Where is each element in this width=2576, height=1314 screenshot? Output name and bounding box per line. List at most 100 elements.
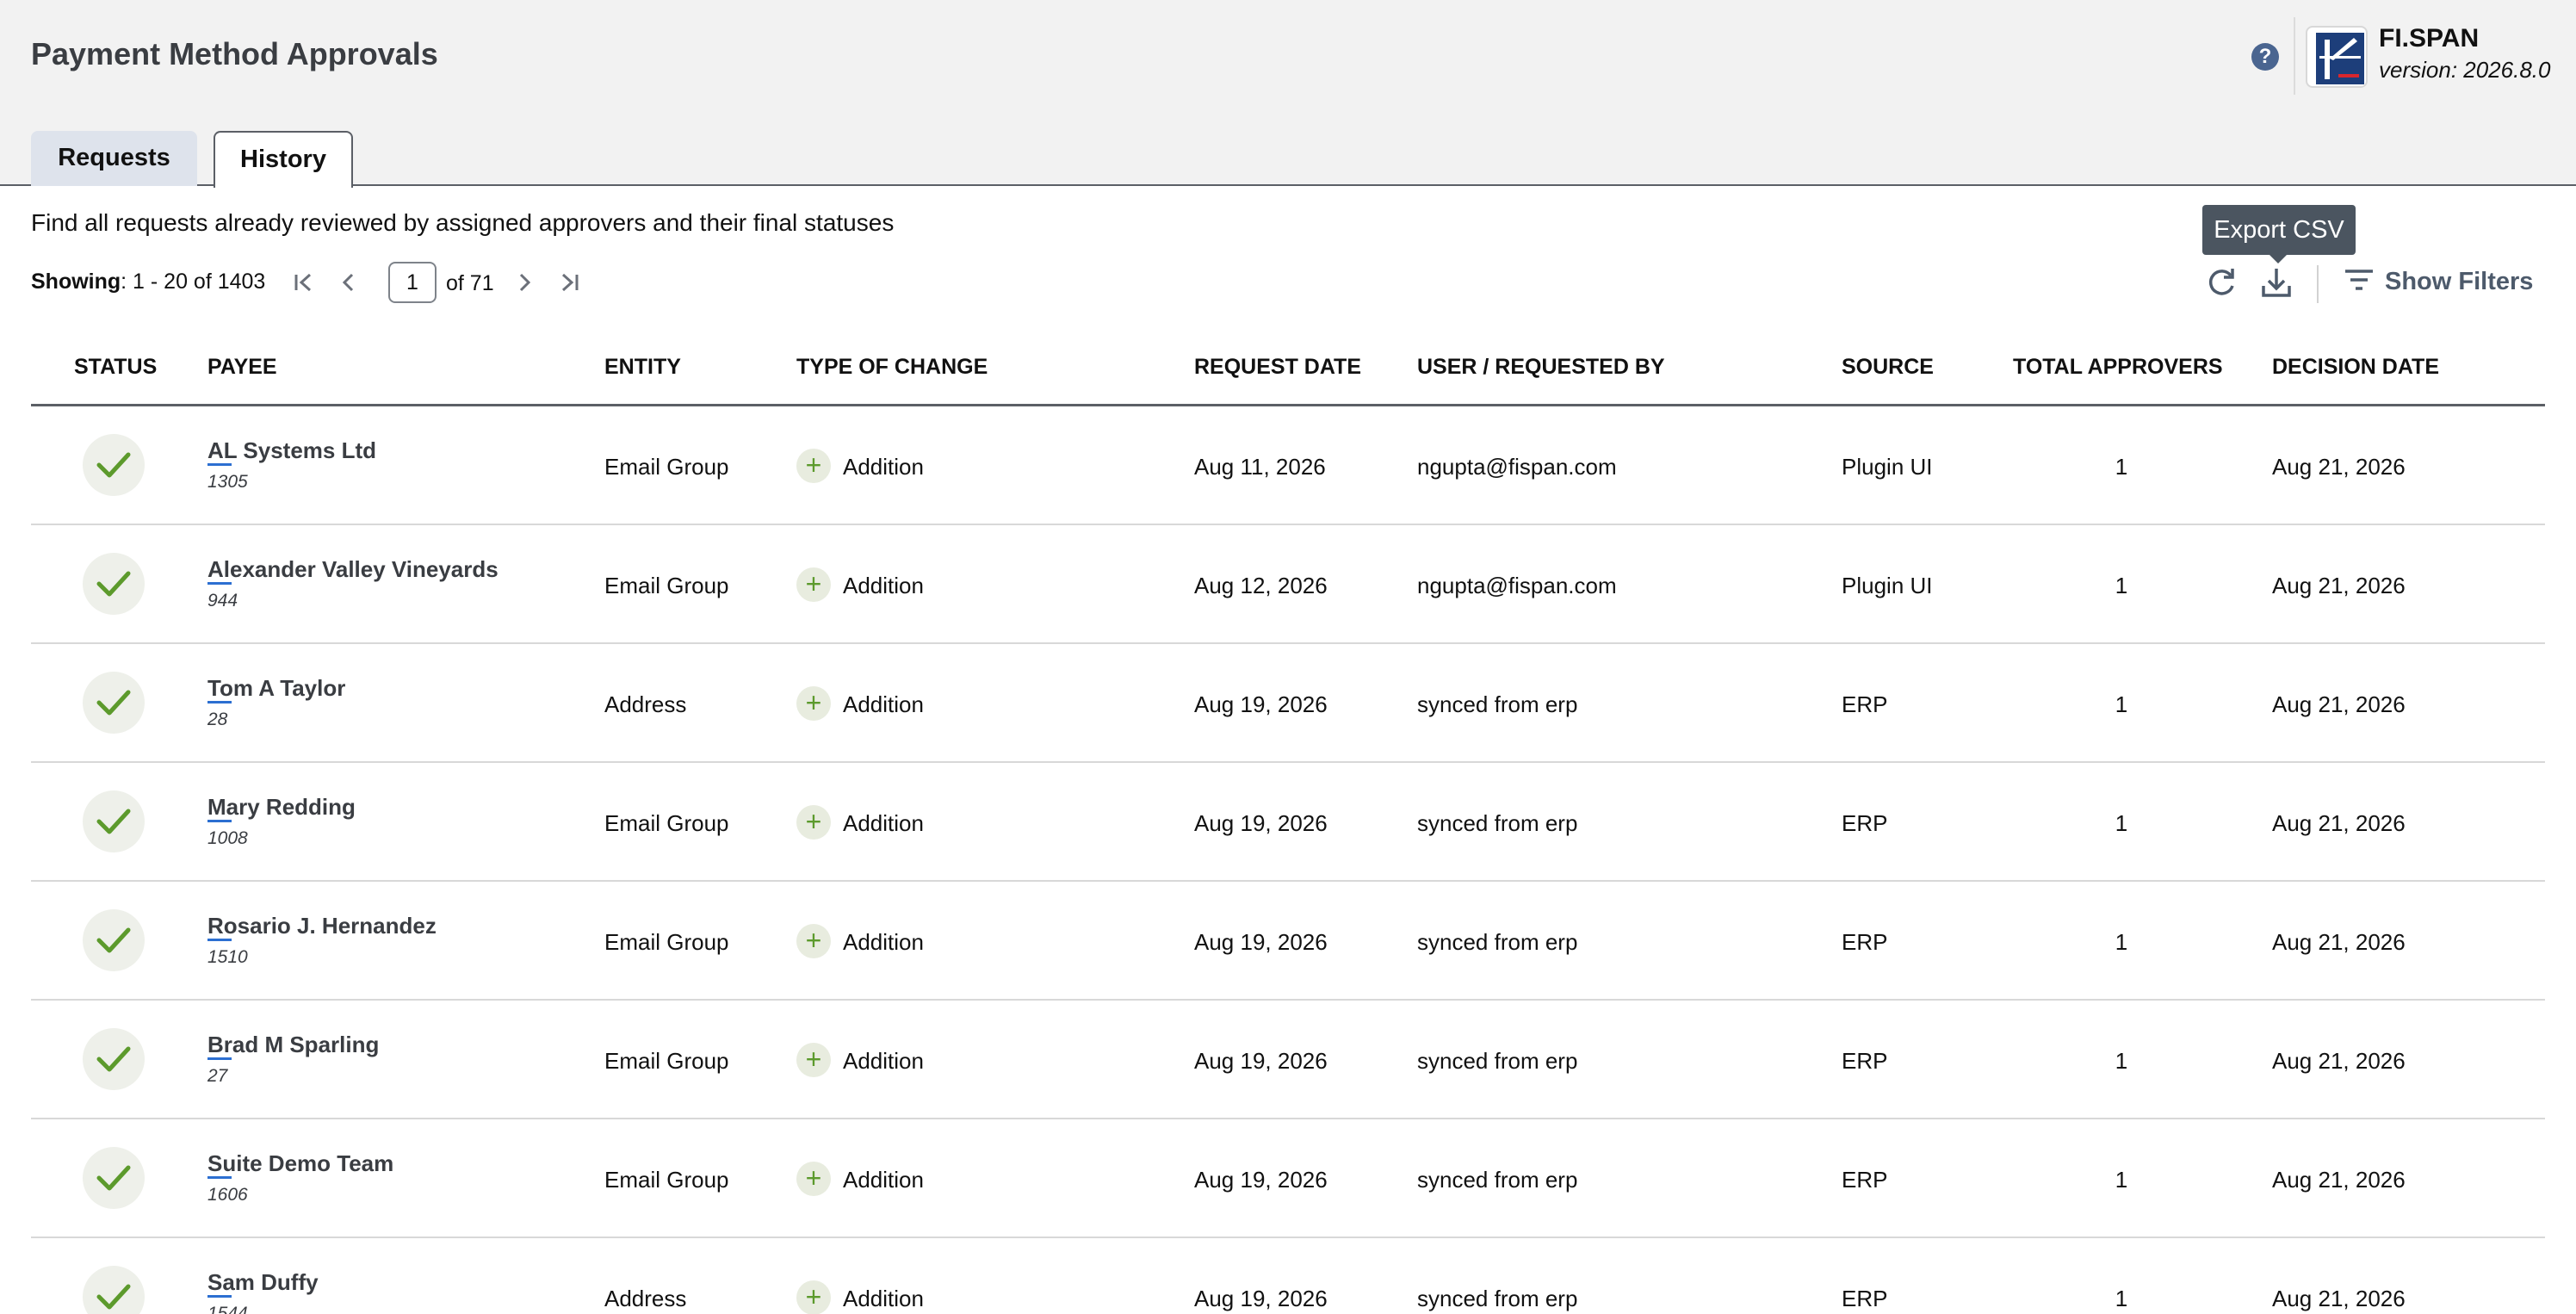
payee-name[interactable]: Tom A Taylor bbox=[207, 675, 345, 702]
show-filters-button[interactable]: Show Filters bbox=[2344, 263, 2533, 301]
decision-date-cell: Aug 21, 2026 bbox=[2272, 454, 2406, 480]
showing-range: : 1 - 20 of 1403 bbox=[121, 270, 266, 294]
plus-icon: + bbox=[796, 686, 831, 721]
source-cell: ERP bbox=[1842, 929, 1888, 955]
total-approvers-cell: 1 bbox=[2115, 810, 2128, 836]
request-date-cell: Aug 19, 2026 bbox=[1194, 691, 1328, 717]
payee-id: 1510 bbox=[207, 947, 248, 967]
plus-icon: + bbox=[796, 924, 831, 958]
table-row[interactable]: Suite Demo Team 1606 Email Group + Addition A… bbox=[31, 1119, 2545, 1238]
next-page-icon[interactable] bbox=[510, 267, 539, 298]
column-header-payee[interactable]: PAYEE bbox=[207, 355, 277, 380]
tab-history[interactable]: History bbox=[214, 131, 353, 188]
decision-date-cell: Aug 21, 2026 bbox=[2272, 929, 2406, 955]
source-cell: ERP bbox=[1842, 1167, 1888, 1193]
question-mark-icon[interactable]: ? bbox=[2251, 43, 2279, 71]
decision-date-cell: Aug 21, 2026 bbox=[2272, 1048, 2406, 1074]
decision-date-cell: Aug 21, 2026 bbox=[2272, 810, 2406, 836]
plus-icon: + bbox=[796, 567, 831, 602]
payee-underline bbox=[207, 1057, 232, 1060]
payee-name[interactable]: AL Systems Ltd bbox=[207, 437, 376, 464]
requested-by-cell: synced from erp bbox=[1417, 929, 1578, 955]
requested-by-cell: ngupta@fispan.com bbox=[1417, 573, 1617, 598]
approved-check-icon bbox=[83, 1028, 145, 1090]
page-number-input[interactable] bbox=[388, 262, 437, 303]
table-row[interactable]: Tom A Taylor 28 Address + Addition Aug 19, 20… bbox=[31, 644, 2545, 763]
entity-cell: Email Group bbox=[604, 929, 729, 955]
table-row[interactable]: Alexander Valley Vineyards 944 Email Group… bbox=[31, 525, 2545, 644]
payee-id: 1606 bbox=[207, 1185, 248, 1205]
approved-check-icon bbox=[83, 1147, 145, 1209]
requested-by-cell: synced from erp bbox=[1417, 810, 1578, 836]
table-body: AL Systems Ltd 1305 Email Group + Addition Au… bbox=[31, 406, 2545, 1314]
payee-name[interactable]: Brad M Sparling bbox=[207, 1032, 379, 1058]
decision-date-cell: Aug 21, 2026 bbox=[2272, 1286, 2406, 1311]
payee-name[interactable]: Suite Demo Team bbox=[207, 1150, 393, 1177]
column-header-decision-date[interactable]: DECISION DATE bbox=[2272, 355, 2439, 380]
payee-id: 944 bbox=[207, 591, 238, 611]
previous-page-icon[interactable] bbox=[334, 267, 363, 298]
first-page-icon[interactable] bbox=[289, 267, 319, 298]
total-approvers-cell: 1 bbox=[2115, 454, 2128, 480]
change-type-cell: Addition bbox=[843, 1286, 924, 1311]
column-header-entity[interactable]: ENTITY bbox=[604, 355, 681, 380]
table-row[interactable]: Sam Duffy 1544 Address + Addition Aug 19, 202… bbox=[31, 1238, 2545, 1314]
table-header: STATUS PAYEE ENTITY TYPE OF CHANGE REQUE… bbox=[31, 343, 2545, 406]
payee-underline bbox=[207, 463, 232, 466]
column-header-requested-by[interactable]: USER / REQUESTED BY bbox=[1417, 355, 1665, 380]
payee-underline bbox=[207, 1295, 232, 1298]
download-icon[interactable] bbox=[2259, 263, 2294, 301]
pagination-summary: Showing: 1 - 20 of 1403 bbox=[31, 270, 265, 294]
total-approvers-cell: 1 bbox=[2115, 1286, 2128, 1311]
payee-id: 27 bbox=[207, 1066, 228, 1086]
payee-name[interactable]: Sam Duffy bbox=[207, 1269, 319, 1296]
app-header: Payment Method Approvals ? FI.SPAN versi… bbox=[0, 0, 2576, 188]
brand-version: version: 2026.8.0 bbox=[2379, 57, 2551, 83]
table-row[interactable]: Rosario J. Hernandez 1510 Email Group + Addi… bbox=[31, 882, 2545, 1001]
total-approvers-cell: 1 bbox=[2115, 1167, 2128, 1193]
page-title: Payment Method Approvals bbox=[31, 36, 438, 71]
payee-id: 28 bbox=[207, 710, 228, 729]
payee-id: 1008 bbox=[207, 828, 248, 848]
column-header-total-approvers[interactable]: TOTAL APPROVERS bbox=[2013, 355, 2223, 380]
fispan-logo bbox=[2306, 26, 2368, 88]
payee-name[interactable]: Mary Redding bbox=[207, 794, 356, 821]
entity-cell: Email Group bbox=[604, 1167, 729, 1193]
request-date-cell: Aug 11, 2026 bbox=[1194, 454, 1326, 480]
change-type-cell: Addition bbox=[843, 573, 924, 598]
request-date-cell: Aug 19, 2026 bbox=[1194, 1286, 1328, 1311]
column-header-source[interactable]: SOURCE bbox=[1842, 355, 1934, 380]
request-date-cell: Aug 19, 2026 bbox=[1194, 1048, 1328, 1074]
total-approvers-cell: 1 bbox=[2115, 929, 2128, 955]
refresh-icon[interactable] bbox=[2204, 263, 2239, 301]
approved-check-icon bbox=[83, 553, 145, 615]
payee-underline bbox=[207, 820, 232, 822]
change-type-cell: Addition bbox=[843, 691, 924, 717]
brand-name: FI.SPAN bbox=[2379, 24, 2480, 53]
change-type-cell: Addition bbox=[843, 1167, 924, 1193]
table-row[interactable]: AL Systems Ltd 1305 Email Group + Addition Au… bbox=[31, 406, 2545, 525]
total-approvers-cell: 1 bbox=[2115, 1048, 2128, 1074]
tab-requests[interactable]: Requests bbox=[31, 131, 197, 186]
payee-id: 1544 bbox=[207, 1304, 248, 1314]
showing-label: Showing bbox=[31, 270, 121, 294]
column-header-status[interactable]: STATUS bbox=[74, 355, 157, 380]
column-header-type-of-change[interactable]: TYPE OF CHANGE bbox=[796, 355, 988, 380]
payee-underline bbox=[207, 939, 232, 941]
plus-icon: + bbox=[796, 1162, 831, 1196]
plus-icon: + bbox=[796, 1280, 831, 1314]
table-row[interactable]: Brad M Sparling 27 Email Group + Addition Aug… bbox=[31, 1001, 2545, 1119]
requested-by-cell: ngupta@fispan.com bbox=[1417, 454, 1617, 480]
plus-icon: + bbox=[796, 805, 831, 840]
total-approvers-cell: 1 bbox=[2115, 691, 2128, 717]
entity-cell: Email Group bbox=[604, 573, 729, 598]
payee-name[interactable]: Alexander Valley Vineyards bbox=[207, 556, 498, 583]
source-cell: Plugin UI bbox=[1842, 454, 1933, 480]
last-page-icon[interactable] bbox=[554, 267, 584, 298]
column-header-request-date[interactable]: REQUEST DATE bbox=[1194, 355, 1361, 380]
entity-cell: Email Group bbox=[604, 454, 729, 480]
payee-name[interactable]: Rosario J. Hernandez bbox=[207, 913, 437, 939]
table-row[interactable]: Mary Redding 1008 Email Group + Addition Aug … bbox=[31, 763, 2545, 882]
entity-cell: Email Group bbox=[604, 810, 729, 836]
source-cell: ERP bbox=[1842, 691, 1888, 717]
